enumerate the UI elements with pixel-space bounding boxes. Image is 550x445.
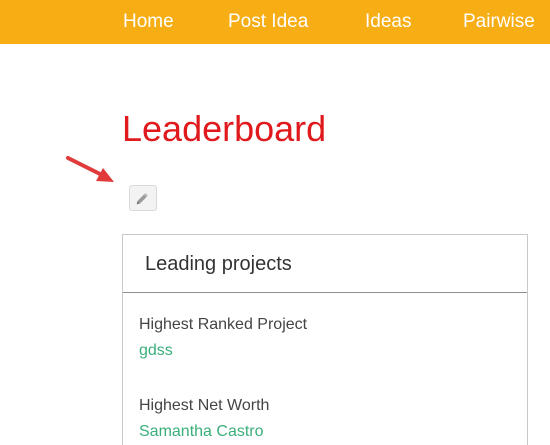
stat-link-samantha-castro[interactable]: Samantha Castro bbox=[139, 423, 264, 440]
panel-header: Leading projects bbox=[123, 235, 527, 293]
stat-label-highest-net-worth: Highest Net Worth bbox=[139, 397, 270, 414]
leading-projects-panel: Leading projects Highest Ranked Project … bbox=[122, 234, 528, 445]
stat-label-highest-ranked-project: Highest Ranked Project bbox=[139, 316, 308, 333]
pencil-icon bbox=[136, 193, 148, 205]
edit-button[interactable] bbox=[129, 185, 157, 211]
highest-net-worth: Highest Net Worth Samantha Castro bbox=[139, 396, 269, 442]
page: Home Post Idea Ideas Pairwise Leaderboar… bbox=[0, 0, 550, 445]
red-arrow-icon bbox=[66, 156, 114, 182]
top-nav-bar: Home Post Idea Ideas Pairwise bbox=[0, 0, 550, 44]
nav-item-home[interactable]: Home bbox=[123, 12, 174, 32]
nav-item-post-idea[interactable]: Post Idea bbox=[228, 12, 308, 32]
page-title: Leaderboard bbox=[122, 108, 327, 149]
stat-link-gdss[interactable]: gdss bbox=[139, 342, 173, 359]
nav-item-pairwise[interactable]: Pairwise bbox=[463, 12, 535, 32]
nav-item-ideas[interactable]: Ideas bbox=[365, 12, 411, 32]
highest-ranked-project: Highest Ranked Project gdss bbox=[139, 315, 307, 361]
panel-title: Leading projects bbox=[145, 253, 292, 275]
